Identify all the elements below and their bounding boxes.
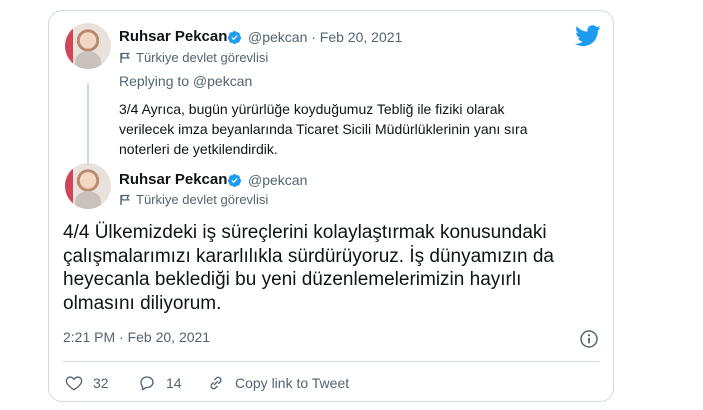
flag-icon xyxy=(120,52,130,63)
author-avatar[interactable] xyxy=(65,163,111,209)
author-avatar[interactable] xyxy=(65,23,111,69)
copy-link-label: Copy link to Tweet xyxy=(235,375,350,391)
flag-decoration xyxy=(65,169,73,205)
government-label: Türkiye devlet görevlisi xyxy=(119,50,268,65)
verified-badge-icon xyxy=(227,173,242,188)
heart-icon xyxy=(65,376,83,391)
government-label-text: Türkiye devlet görevlisi xyxy=(136,50,269,65)
info-icon[interactable] xyxy=(579,329,599,349)
author-name[interactable]: Ruhsar Pekcan xyxy=(119,171,227,188)
twitter-bird-icon[interactable] xyxy=(575,25,601,47)
divider xyxy=(63,361,599,362)
like-button[interactable]: 32 xyxy=(65,374,109,392)
reply-bubble-icon xyxy=(140,376,154,391)
author-name[interactable]: Ruhsar Pekcan xyxy=(119,28,227,45)
tweet-text: 4/4 Ülkemizdeki iş süreçlerini kolaylaşt… xyxy=(63,222,555,314)
tweet-embed-card: Ruhsar Pekcan @pekcan · Feb 20, 2021 Tür… xyxy=(48,10,614,402)
reply-count: 14 xyxy=(166,375,182,391)
government-label-text: Türkiye devlet görevlisi xyxy=(136,192,269,207)
tweet-timestamp[interactable]: 2:21 PM · Feb 20, 2021 xyxy=(63,329,210,345)
government-label: Türkiye devlet görevlisi xyxy=(119,192,268,207)
flag-decoration xyxy=(65,29,73,65)
quoted-tweet-text: 3/4 Ayrıca, bugün yürürlüğe koyduğumuz T… xyxy=(119,101,528,157)
author-handle[interactable]: @pekcan xyxy=(248,172,307,188)
reply-button[interactable]: 14 xyxy=(138,374,182,392)
author-handle-date[interactable]: @pekcan · Feb 20, 2021 xyxy=(248,29,402,45)
thread-connector-line xyxy=(87,83,89,171)
link-icon xyxy=(210,376,222,390)
like-count: 32 xyxy=(93,375,109,391)
flag-icon xyxy=(120,194,130,205)
copy-link-button[interactable]: Copy link to Tweet xyxy=(207,374,349,392)
verified-badge-icon xyxy=(227,30,242,45)
replying-to[interactable]: Replying to @pekcan xyxy=(119,73,252,89)
